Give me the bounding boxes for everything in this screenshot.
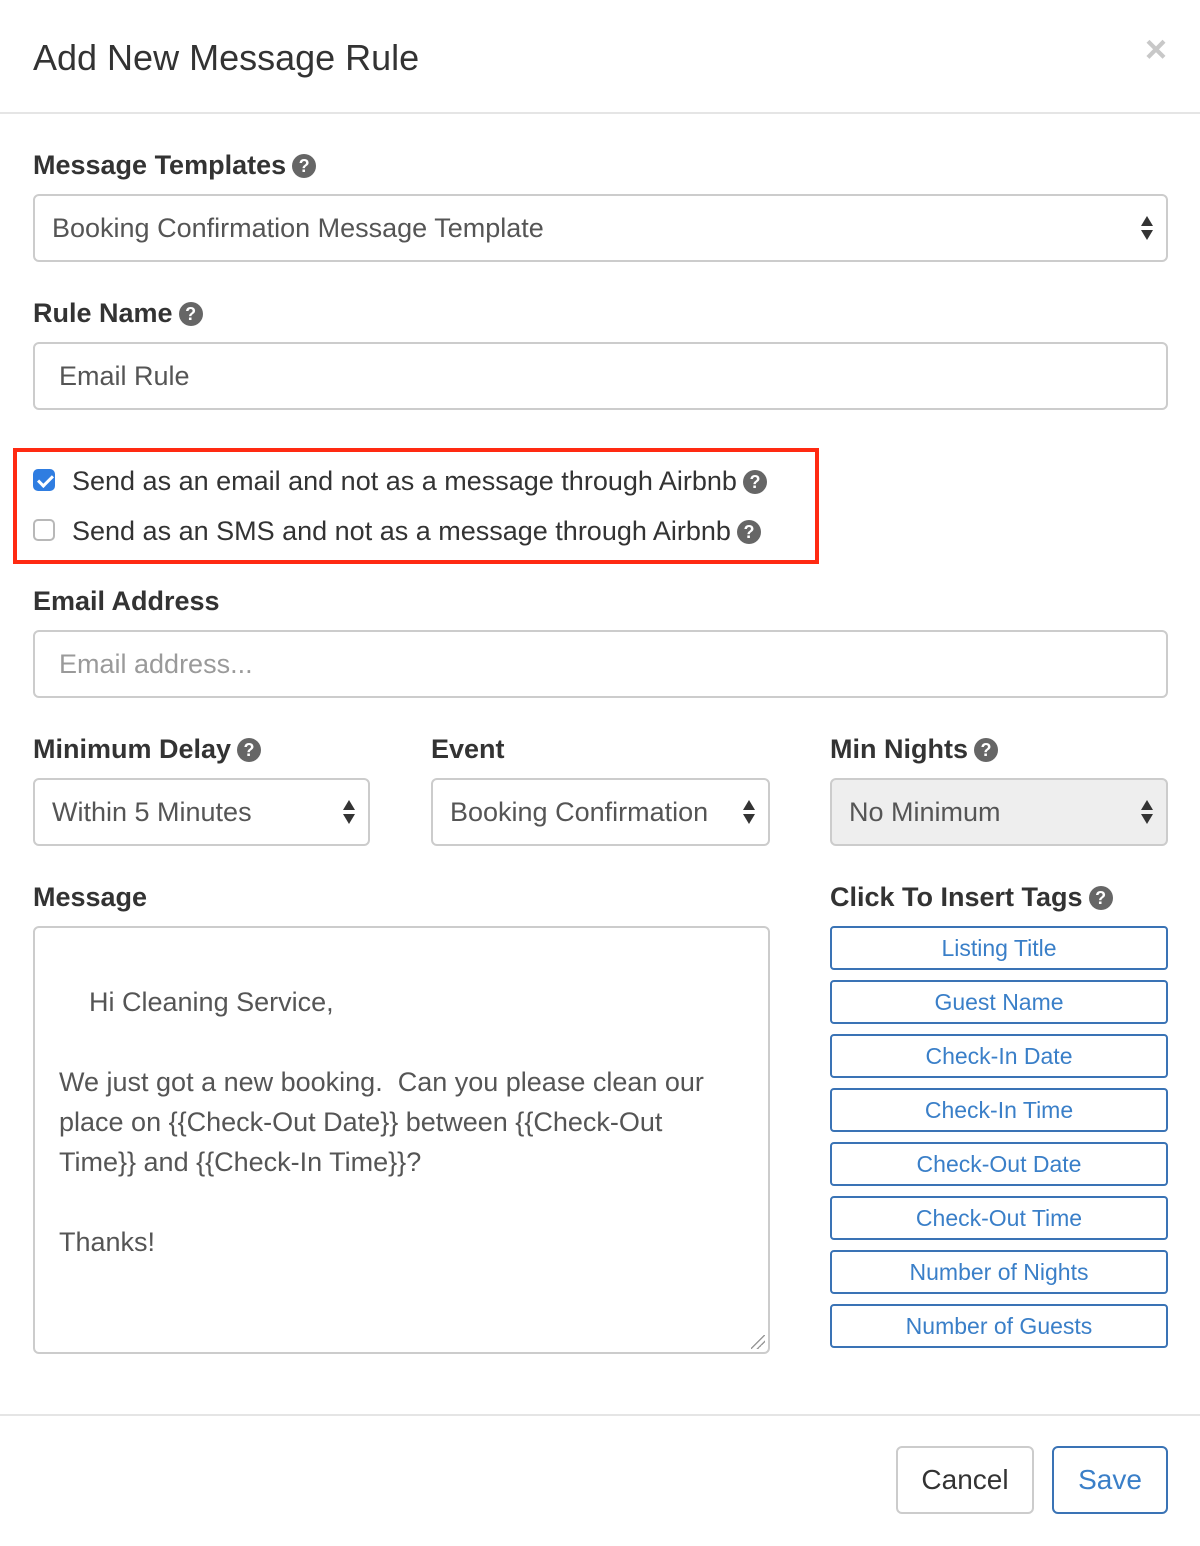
select-arrows-icon (742, 799, 756, 825)
tag-button-check-in-date[interactable]: Check-In Date (830, 1034, 1168, 1078)
message-template-select-value: Booking Confirmation Message Template (52, 213, 544, 243)
tag-button-check-out-date[interactable]: Check-Out Date (830, 1142, 1168, 1186)
min-nights-select-value: No Minimum (849, 797, 1001, 827)
add-message-rule-modal: Add New Message Rule × Message Templates… (0, 0, 1200, 1546)
question-circle-icon[interactable]: ? (178, 302, 203, 326)
question-circle-icon[interactable]: ? (292, 154, 317, 178)
min-nights-label: Min Nights? (830, 732, 998, 766)
send-as-sms-checkbox[interactable] (33, 519, 55, 541)
modal-title: Add New Message Rule (33, 37, 420, 78)
select-arrows-icon (342, 799, 356, 825)
cancel-button[interactable]: Cancel (896, 1446, 1034, 1514)
minimum-delay-select-value: Within 5 Minutes (52, 797, 252, 827)
rule-name-label: Rule Name? (33, 296, 203, 330)
question-circle-icon[interactable]: ? (237, 738, 262, 762)
insert-tags-label-text: Click To Insert Tags (830, 882, 1083, 912)
tag-button-number-of-nights[interactable]: Number of Nights (830, 1250, 1168, 1294)
rule-name-input[interactable]: Email Rule (33, 342, 1168, 410)
message-template-select[interactable]: Booking Confirmation Message Template (33, 194, 1168, 262)
send-as-email-label: Send as an email and not as a message th… (72, 464, 767, 498)
min-nights-label-text: Min Nights (830, 734, 968, 764)
save-button[interactable]: Save (1052, 1446, 1168, 1514)
question-circle-icon[interactable]: ? (742, 470, 767, 494)
question-circle-icon[interactable]: ? (1088, 886, 1113, 910)
message-templates-label: Message Templates? (33, 148, 317, 182)
email-address-input[interactable]: Email address... (33, 630, 1168, 698)
resize-handle-icon[interactable] (751, 1335, 765, 1349)
minimum-delay-label-text: Minimum Delay (33, 734, 232, 764)
send-as-email-label-text: Send as an email and not as a message th… (72, 466, 737, 496)
message-templates-label-text: Message Templates (33, 150, 287, 180)
message-textarea[interactable]: Hi Cleaning Service, We just got a new b… (33, 926, 770, 1354)
email-address-placeholder: Email address... (59, 649, 253, 679)
close-icon[interactable]: × (1142, 30, 1170, 70)
select-arrows-icon (1140, 215, 1154, 241)
footer-divider (0, 1414, 1200, 1416)
question-circle-icon[interactable]: ? (973, 738, 998, 762)
question-circle-icon[interactable]: ? (736, 520, 761, 544)
send-as-email-checkbox[interactable] (33, 469, 55, 491)
tag-button-listing-title[interactable]: Listing Title (830, 926, 1168, 970)
min-nights-select: No Minimum (830, 778, 1168, 846)
tag-button-check-in-time[interactable]: Check-In Time (830, 1088, 1168, 1132)
event-select-value: Booking Confirmation (450, 797, 709, 827)
rule-name-input-value: Email Rule (59, 361, 190, 391)
message-label: Message (33, 882, 148, 912)
tag-button-check-out-time[interactable]: Check-Out Time (830, 1196, 1168, 1240)
modal-header: Add New Message Rule × (0, 0, 1200, 114)
event-select[interactable]: Booking Confirmation (431, 778, 770, 846)
send-as-sms-label-text: Send as an SMS and not as a message thro… (72, 516, 731, 546)
insert-tags-label: Click To Insert Tags? (830, 880, 1113, 914)
email-address-label: Email Address (33, 586, 220, 616)
message-textarea-value: Hi Cleaning Service, We just got a new b… (59, 987, 704, 1257)
send-as-sms-label: Send as an SMS and not as a message thro… (72, 514, 761, 548)
select-arrows-icon (1140, 799, 1154, 825)
event-label: Event (431, 734, 505, 764)
rule-name-label-text: Rule Name (33, 298, 173, 328)
tag-button-guest-name[interactable]: Guest Name (830, 980, 1168, 1024)
tag-button-number-of-guests[interactable]: Number of Guests (830, 1304, 1168, 1348)
minimum-delay-label: Minimum Delay? (33, 732, 262, 766)
minimum-delay-select[interactable]: Within 5 Minutes (33, 778, 370, 846)
